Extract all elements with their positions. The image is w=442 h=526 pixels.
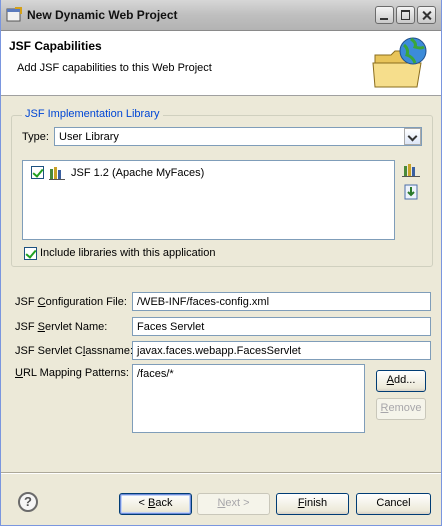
servlet-classname-field[interactable]: javax.faces.webapp.FacesServlet bbox=[132, 341, 431, 360]
servlet-classname-label: JSF Servlet Classname: bbox=[15, 345, 134, 357]
include-libraries-checkbox[interactable] bbox=[24, 247, 37, 260]
url-mapping-label: URL Mapping Patterns: bbox=[15, 367, 129, 379]
library-list[interactable]: JSF 1.2 (Apache MyFaces) bbox=[22, 160, 395, 240]
type-select[interactable]: User Library bbox=[54, 127, 422, 146]
window-title: New Dynamic Web Project bbox=[27, 8, 178, 22]
minimize-button[interactable] bbox=[375, 6, 394, 24]
library-checkbox[interactable] bbox=[31, 166, 44, 179]
config-file-label: JSF Configuration File: bbox=[15, 296, 127, 308]
library-icon bbox=[49, 167, 65, 180]
type-select-value: User Library bbox=[59, 131, 119, 143]
title-bar[interactable]: New Dynamic Web Project bbox=[1, 0, 441, 31]
list-item[interactable]: /faces/* bbox=[137, 368, 174, 380]
back-button[interactable]: < Back bbox=[119, 493, 192, 515]
manage-libraries-icon[interactable] bbox=[402, 162, 420, 178]
config-file-field[interactable]: /WEB-INF/faces-config.xml bbox=[132, 292, 431, 311]
download-library-icon[interactable] bbox=[402, 184, 420, 200]
finish-button[interactable]: Finish bbox=[276, 493, 349, 515]
help-icon[interactable]: ? bbox=[18, 492, 38, 512]
group-label: JSF Implementation Library bbox=[22, 108, 163, 120]
include-libraries-label: Include libraries with this application bbox=[40, 247, 216, 259]
type-label: Type: bbox=[22, 131, 49, 143]
eclipse-icon bbox=[6, 7, 22, 22]
dialog-window: New Dynamic Web Project JSF Capabilities… bbox=[0, 0, 442, 526]
next-button[interactable]: Next > bbox=[197, 493, 270, 515]
add-pattern-button[interactable]: Add... bbox=[376, 370, 426, 392]
divider bbox=[1, 472, 441, 474]
maximize-button[interactable] bbox=[396, 6, 415, 24]
remove-pattern-button[interactable]: Remove bbox=[376, 398, 426, 420]
page-description: Add JSF capabilities to this Web Project bbox=[17, 62, 212, 74]
servlet-name-label: JSF Servlet Name: bbox=[15, 321, 108, 333]
close-button[interactable] bbox=[417, 6, 436, 24]
jsf-implementation-group: JSF Implementation Library Type: User Li… bbox=[11, 108, 433, 267]
url-mapping-list[interactable]: /faces/* bbox=[132, 364, 365, 433]
library-label: JSF 1.2 (Apache MyFaces) bbox=[71, 167, 205, 179]
page-title: JSF Capabilities bbox=[9, 39, 102, 53]
chevron-down-icon[interactable] bbox=[404, 128, 421, 145]
servlet-name-field[interactable]: Faces Servlet bbox=[132, 317, 431, 336]
web-project-folder-icon bbox=[372, 37, 427, 88]
cancel-button[interactable]: Cancel bbox=[356, 493, 431, 515]
wizard-banner: JSF Capabilities Add JSF capabilities to… bbox=[1, 31, 441, 96]
